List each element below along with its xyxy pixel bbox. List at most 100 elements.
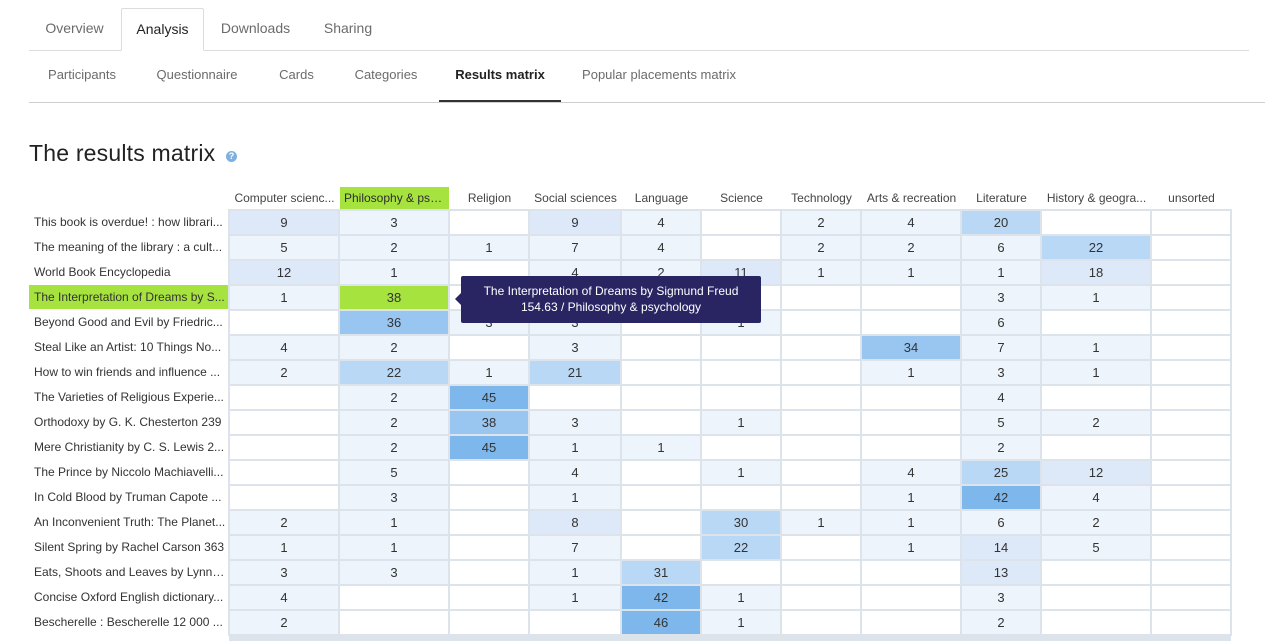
matrix-cell[interactable]: 2	[228, 609, 340, 636]
column-header[interactable]: Language	[622, 187, 701, 209]
row-label[interactable]: Eats, Shoots and Leaves by Lynne...	[29, 560, 228, 584]
row-label[interactable]: Mere Christianity by C. S. Lewis 2...	[29, 435, 228, 459]
matrix-cell[interactable]: 38	[448, 409, 530, 436]
matrix-cell[interactable]: 1	[700, 584, 782, 611]
matrix-cell[interactable]	[448, 534, 530, 561]
matrix-cell[interactable]: 1	[1040, 334, 1152, 361]
matrix-cell[interactable]: 1	[780, 509, 862, 536]
matrix-cell[interactable]: 18	[1040, 259, 1152, 286]
row-label[interactable]: The Interpretation of Dreams by S...	[29, 285, 228, 309]
matrix-cell[interactable]: 6	[960, 309, 1042, 336]
matrix-cell[interactable]	[448, 584, 530, 611]
matrix-cell[interactable]: 5	[338, 459, 450, 486]
tab-categories[interactable]: Categories	[343, 51, 429, 100]
matrix-cell[interactable]: 22	[700, 534, 782, 561]
matrix-cell[interactable]	[228, 459, 340, 486]
matrix-cell[interactable]: 1	[338, 534, 450, 561]
matrix-cell[interactable]: 1	[700, 609, 782, 636]
matrix-cell[interactable]	[620, 484, 702, 511]
row-label[interactable]: World Book Encyclopedia	[29, 260, 228, 284]
matrix-cell[interactable]	[1150, 209, 1232, 236]
matrix-cell[interactable]: 1	[860, 534, 962, 561]
matrix-cell[interactable]: 2	[960, 609, 1042, 636]
matrix-cell[interactable]: 1	[860, 359, 962, 386]
matrix-cell[interactable]	[1150, 384, 1232, 411]
column-header[interactable]: Philosophy & psy...	[340, 187, 449, 209]
matrix-cell[interactable]: 2	[338, 409, 450, 436]
row-label[interactable]: An Inconvenient Truth: The Planet...	[29, 510, 228, 534]
matrix-cell[interactable]: 1	[1040, 359, 1152, 386]
matrix-cell[interactable]	[620, 384, 702, 411]
help-icon[interactable]: ?	[226, 151, 237, 162]
matrix-cell[interactable]	[1040, 309, 1152, 336]
matrix-cell[interactable]	[780, 284, 862, 311]
matrix-cell[interactable]	[780, 584, 862, 611]
row-label[interactable]: How to win friends and influence ...	[29, 360, 228, 384]
matrix-cell[interactable]	[780, 559, 862, 586]
matrix-cell[interactable]	[700, 434, 782, 461]
matrix-cell[interactable]	[620, 509, 702, 536]
matrix-cell[interactable]: 2	[1040, 509, 1152, 536]
matrix-cell[interactable]: 1	[960, 259, 1042, 286]
matrix-cell[interactable]	[448, 459, 530, 486]
matrix-cell[interactable]: 1	[338, 509, 450, 536]
matrix-cell[interactable]	[780, 309, 862, 336]
matrix-cell[interactable]: 6	[960, 234, 1042, 261]
matrix-cell[interactable]: 22	[1040, 234, 1152, 261]
matrix-cell[interactable]: 1	[700, 459, 782, 486]
matrix-cell[interactable]: 5	[228, 234, 340, 261]
matrix-cell[interactable]: 42	[620, 584, 702, 611]
matrix-cell[interactable]: 2	[338, 334, 450, 361]
matrix-cell[interactable]	[1150, 459, 1232, 486]
matrix-cell[interactable]	[780, 409, 862, 436]
row-label[interactable]: Bescherelle : Bescherelle 12 000 ...	[29, 610, 228, 634]
tab-cards[interactable]: Cards	[269, 51, 324, 100]
matrix-cell[interactable]: 38	[338, 284, 450, 311]
tab-sharing[interactable]: Sharing	[309, 8, 387, 50]
matrix-cell[interactable]	[1040, 434, 1152, 461]
matrix-cell[interactable]	[228, 384, 340, 411]
matrix-cell[interactable]: 2	[338, 384, 450, 411]
matrix-cell[interactable]: 45	[448, 434, 530, 461]
matrix-cell[interactable]: 13	[960, 559, 1042, 586]
matrix-cell[interactable]: 3	[338, 484, 450, 511]
column-header[interactable]: History & geogra...	[1042, 187, 1151, 209]
matrix-cell[interactable]: 1	[448, 359, 530, 386]
matrix-cell[interactable]: 3	[338, 209, 450, 236]
matrix-cell[interactable]: 31	[620, 559, 702, 586]
matrix-cell[interactable]	[228, 409, 340, 436]
row-label[interactable]: Steal Like an Artist: 10 Things No...	[29, 335, 228, 359]
matrix-cell[interactable]	[700, 384, 782, 411]
column-header[interactable]: unsorted	[1152, 187, 1231, 209]
matrix-cell[interactable]: 2	[960, 434, 1042, 461]
matrix-cell[interactable]	[700, 484, 782, 511]
matrix-cell[interactable]: 14	[960, 534, 1042, 561]
matrix-cell[interactable]	[620, 334, 702, 361]
matrix-cell[interactable]: 3	[960, 284, 1042, 311]
matrix-cell[interactable]	[860, 559, 962, 586]
tab-overview[interactable]: Overview	[29, 8, 120, 50]
matrix-cell[interactable]: 42	[960, 484, 1042, 511]
column-header[interactable]: Literature	[962, 187, 1041, 209]
row-label[interactable]: The Varieties of Religious Experie...	[29, 385, 228, 409]
matrix-cell[interactable]	[448, 559, 530, 586]
matrix-cell[interactable]: 6	[960, 509, 1042, 536]
matrix-cell[interactable]: 4	[620, 209, 702, 236]
matrix-cell[interactable]: 4	[960, 384, 1042, 411]
matrix-cell[interactable]: 1	[448, 234, 530, 261]
row-label[interactable]: Orthodoxy by G. K. Chesterton 239	[29, 410, 228, 434]
matrix-cell[interactable]	[620, 459, 702, 486]
matrix-cell[interactable]: 1	[228, 284, 340, 311]
column-header[interactable]: Religion	[450, 187, 529, 209]
matrix-cell[interactable]: 4	[860, 209, 962, 236]
matrix-cell[interactable]	[1040, 609, 1152, 636]
matrix-cell[interactable]: 1	[228, 534, 340, 561]
matrix-cell[interactable]	[228, 484, 340, 511]
matrix-cell[interactable]: 2	[338, 234, 450, 261]
tab-analysis[interactable]: Analysis	[121, 8, 204, 51]
row-label[interactable]: In Cold Blood by Truman Capote ...	[29, 485, 228, 509]
matrix-cell[interactable]: 2	[780, 209, 862, 236]
matrix-cell[interactable]: 1	[860, 509, 962, 536]
matrix-cell[interactable]	[700, 559, 782, 586]
matrix-cell[interactable]: 20	[960, 209, 1042, 236]
